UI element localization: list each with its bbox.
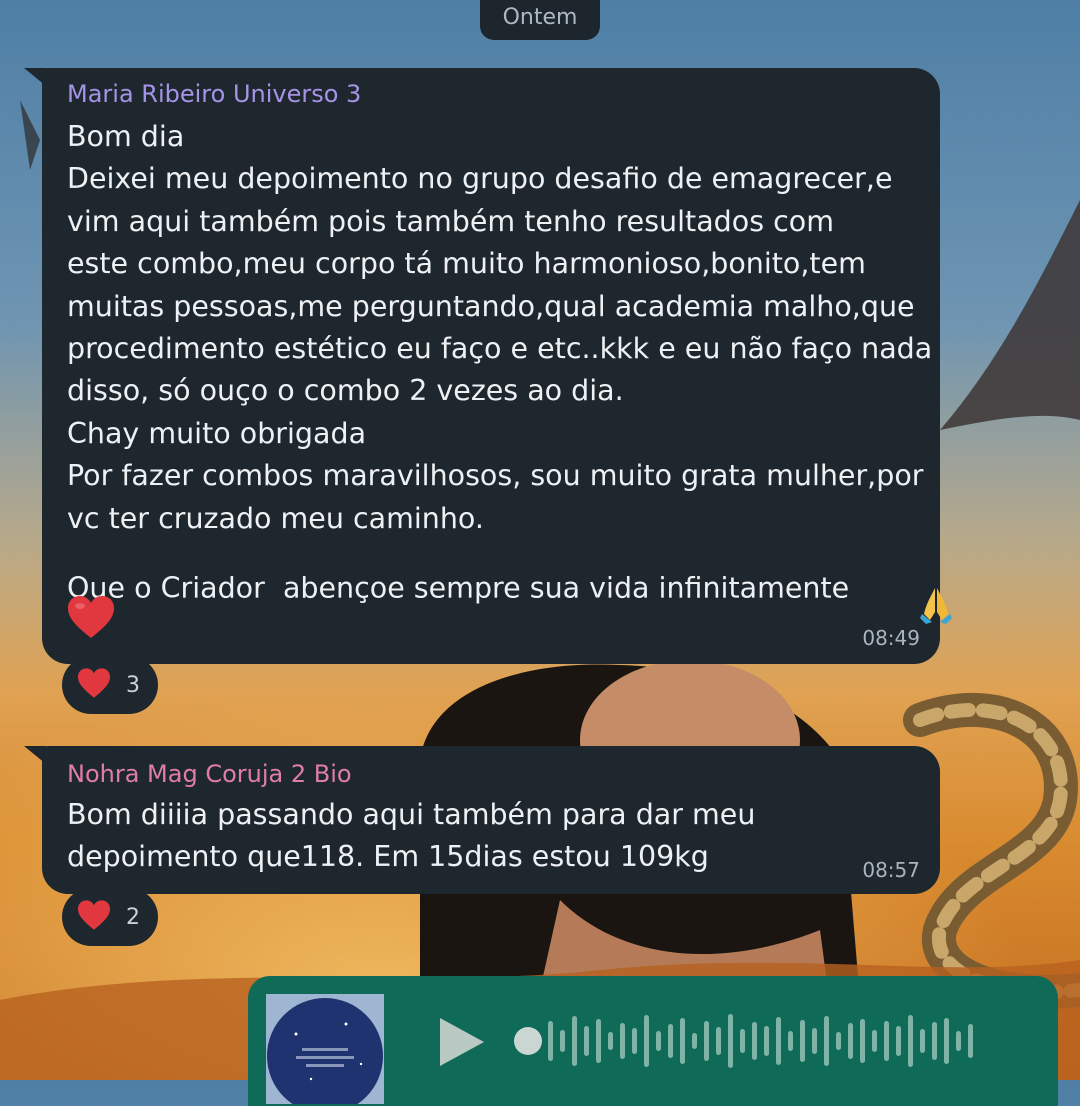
waveform-bar	[776, 1017, 781, 1065]
waveform-bar	[572, 1016, 577, 1066]
waveform-bar	[620, 1023, 625, 1059]
date-separator: Ontem	[480, 0, 600, 40]
message-time: 08:57	[862, 858, 920, 882]
waveform-bar	[788, 1031, 793, 1051]
waveform-bar	[728, 1014, 733, 1068]
sender-name[interactable]: Nohra Mag Coruja 2 Bio	[67, 760, 352, 788]
audio-thumbnail	[266, 994, 384, 1104]
waveform-bar	[704, 1021, 709, 1061]
message-bubble[interactable]: Maria Ribeiro Universo 3 Bom dia Deixei …	[42, 68, 952, 664]
waveform-bar	[920, 1029, 925, 1053]
heart-icon	[76, 899, 112, 935]
sender-name[interactable]: Maria Ribeiro Universo 3	[67, 80, 361, 108]
message-text-closing: Que o Criador abençoe sempre sua vida in…	[67, 542, 954, 637]
praying-hands-icon	[863, 542, 953, 637]
waveform-bar	[812, 1028, 817, 1054]
message-text-closing-content: Que o Criador abençoe sempre sua vida in…	[67, 571, 850, 605]
waveform-bar	[548, 1021, 553, 1061]
waveform-bar	[764, 1026, 769, 1056]
message-text: Bom diiiia passando aqui também para dar…	[67, 798, 756, 874]
waveform-bar	[800, 1020, 805, 1062]
waveform-bar	[680, 1018, 685, 1064]
waveform-bar	[692, 1033, 697, 1049]
waveform-bar	[824, 1016, 829, 1066]
waveform-bar	[584, 1026, 589, 1056]
reaction-badge[interactable]: 2	[62, 888, 158, 946]
waveform-bar	[896, 1026, 901, 1056]
date-separator-label: Ontem	[502, 5, 578, 30]
play-icon[interactable]	[434, 1014, 488, 1074]
waveform-bar	[836, 1032, 841, 1050]
reaction-count: 2	[126, 904, 140, 930]
waveform-bar	[932, 1022, 937, 1060]
waveform-bar	[560, 1030, 565, 1052]
waveform-bar	[716, 1027, 721, 1055]
heart-icon	[76, 667, 112, 703]
waveform-bar	[752, 1022, 757, 1060]
message-text: Bom dia Deixei meu depoimento no grupo d…	[67, 120, 933, 535]
voice-message-bubble[interactable]	[248, 976, 1058, 1106]
waveform-bar	[644, 1015, 649, 1067]
waveform-bar	[908, 1015, 913, 1067]
reaction-count: 3	[126, 672, 140, 698]
reaction-badge[interactable]: 3	[62, 656, 158, 714]
waveform-bar	[608, 1032, 613, 1050]
waveform-bar	[632, 1028, 637, 1054]
waveform-bar	[968, 1024, 973, 1058]
waveform-bar	[596, 1019, 601, 1063]
waveform-bar	[872, 1030, 877, 1052]
waveform-bar	[668, 1024, 673, 1058]
waveform-bar	[860, 1019, 865, 1063]
waveform-bar	[884, 1021, 889, 1061]
message-time: 08:49	[862, 626, 920, 650]
waveform-bar	[656, 1031, 661, 1051]
waveform-bar	[848, 1023, 853, 1059]
heart-icon	[66, 594, 116, 644]
waveform-bar	[740, 1029, 745, 1053]
waveform-bar	[956, 1031, 961, 1051]
waveform-icon[interactable]	[512, 1006, 992, 1080]
message-bubble[interactable]: Nohra Mag Coruja 2 Bio Bom diiiia passan…	[42, 746, 940, 894]
waveform-bar	[944, 1018, 949, 1064]
